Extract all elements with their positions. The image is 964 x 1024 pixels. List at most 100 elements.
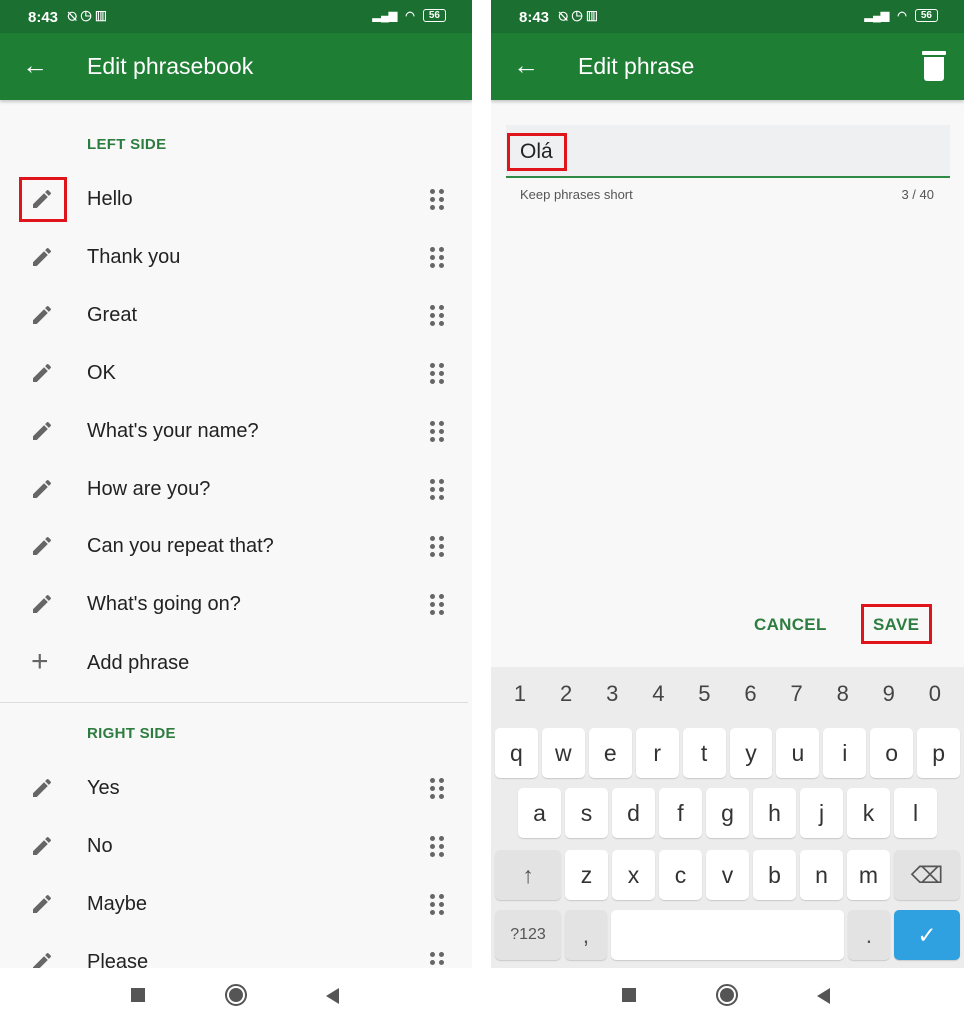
signal-icon: ▂▄▆ xyxy=(864,10,890,22)
backspace-key[interactable]: ⌫ xyxy=(894,850,960,900)
phrase-row[interactable]: Can you repeat that? xyxy=(0,517,472,575)
phrase-input[interactable]: Olá xyxy=(506,125,950,178)
drag-handle-icon[interactable] xyxy=(430,893,444,915)
pencil-icon[interactable] xyxy=(30,892,54,916)
key-f[interactable]: f xyxy=(659,788,702,838)
key-row: ↑ z x c v b n m ⌫ xyxy=(495,850,960,900)
phrase-row[interactable]: Great xyxy=(0,286,472,344)
pencil-icon[interactable] xyxy=(30,361,54,385)
phrase-row[interactable]: What's your name? xyxy=(0,402,472,460)
app-bar: ← Edit phrase xyxy=(491,33,964,100)
key-t[interactable]: t xyxy=(682,728,726,778)
key-d[interactable]: d xyxy=(612,788,655,838)
back-nav-icon[interactable] xyxy=(326,988,339,1004)
key-i[interactable]: i xyxy=(823,728,867,778)
comma-key[interactable]: , xyxy=(565,910,607,960)
wifi-icon: ◠ xyxy=(897,10,907,22)
number-hint: 8 xyxy=(836,681,849,706)
pencil-icon[interactable] xyxy=(30,303,54,327)
pencil-icon[interactable] xyxy=(30,834,54,858)
drag-handle-icon[interactable] xyxy=(430,478,444,500)
number-hint: 2 xyxy=(560,681,573,706)
home-icon[interactable] xyxy=(716,984,738,1006)
phrase-label: OK xyxy=(87,361,116,384)
divider xyxy=(0,702,468,703)
phrase-row[interactable]: Thank you xyxy=(0,228,472,286)
key-n[interactable]: n xyxy=(800,850,843,900)
key-v[interactable]: v xyxy=(706,850,749,900)
phrase-row[interactable]: Hello xyxy=(0,170,472,228)
phrase-label: Thank you xyxy=(87,245,181,268)
space-key[interactable] xyxy=(611,910,844,960)
key-z[interactable]: z xyxy=(565,850,608,900)
trash-icon[interactable] xyxy=(922,51,946,81)
drag-handle-icon[interactable] xyxy=(430,835,444,857)
pencil-icon[interactable] xyxy=(30,534,54,558)
cancel-button[interactable]: CANCEL xyxy=(754,615,827,635)
add-phrase-button[interactable]: + Add phrase xyxy=(0,634,472,692)
recents-icon[interactable] xyxy=(131,988,145,1002)
add-phrase-label: Add phrase xyxy=(87,652,190,674)
pencil-icon[interactable] xyxy=(30,419,54,443)
number-hint: 9 xyxy=(882,681,895,706)
key-s[interactable]: s xyxy=(565,788,608,838)
key-w[interactable]: w xyxy=(541,728,585,778)
key-e[interactable]: e xyxy=(588,728,632,778)
drag-handle-icon[interactable] xyxy=(430,594,444,616)
phrase-label: Yes xyxy=(87,777,120,799)
number-hint: 7 xyxy=(790,681,803,706)
back-arrow-icon[interactable]: ← xyxy=(22,51,48,79)
key-u[interactable]: u xyxy=(776,728,820,778)
phrase-row[interactable]: OK xyxy=(0,344,472,402)
key-r[interactable]: r xyxy=(635,728,679,778)
key-k[interactable]: k xyxy=(847,788,890,838)
key-j[interactable]: j xyxy=(800,788,843,838)
home-icon[interactable] xyxy=(225,984,247,1006)
key-p[interactable]: p xyxy=(917,728,961,778)
drag-handle-icon[interactable] xyxy=(430,536,444,558)
enter-check-key[interactable]: ✓ xyxy=(894,910,960,960)
back-arrow-icon[interactable]: ← xyxy=(513,51,539,79)
recents-icon[interactable] xyxy=(622,988,636,1002)
pencil-icon[interactable] xyxy=(30,245,54,269)
phrase-label: Great xyxy=(87,303,138,326)
drag-handle-icon[interactable] xyxy=(430,778,444,799)
pencil-icon[interactable] xyxy=(30,776,54,800)
key-g[interactable]: g xyxy=(706,788,749,838)
key-y[interactable]: y xyxy=(729,728,773,778)
back-nav-icon[interactable] xyxy=(817,988,830,1004)
phrase-row[interactable]: Yes xyxy=(0,759,472,817)
pencil-icon[interactable] xyxy=(30,477,54,501)
key-a[interactable]: a xyxy=(518,788,561,838)
notification-icons: ⍉◷▥ xyxy=(68,8,111,24)
key-q[interactable]: q xyxy=(495,728,538,778)
key-x[interactable]: x xyxy=(612,850,655,900)
symbols-key[interactable]: ?123 xyxy=(495,910,561,960)
drag-handle-icon[interactable] xyxy=(430,304,444,326)
phrase-row[interactable]: What's going on? xyxy=(0,575,472,633)
page-title: Edit phrasebook xyxy=(87,53,254,79)
key-l[interactable]: l xyxy=(894,788,937,838)
key-b[interactable]: b xyxy=(753,850,796,900)
key-h[interactable]: h xyxy=(753,788,796,838)
drag-handle-icon[interactable] xyxy=(430,189,444,210)
key-c[interactable]: c xyxy=(659,850,702,900)
pencil-icon[interactable] xyxy=(30,592,54,616)
phrase-row[interactable]: No xyxy=(0,817,472,875)
highlight-box xyxy=(19,177,67,222)
drag-handle-icon[interactable] xyxy=(430,420,444,442)
phrase-row[interactable]: Maybe xyxy=(0,875,472,933)
drag-handle-icon[interactable] xyxy=(430,246,444,268)
right-side-header: RIGHT SIDE xyxy=(87,725,176,742)
key-o[interactable]: o xyxy=(870,728,914,778)
app-bar: ← Edit phrasebook xyxy=(0,33,472,100)
key-m[interactable]: m xyxy=(847,850,890,900)
phrase-row[interactable]: How are you? xyxy=(0,460,472,518)
phrase-label: What's your name? xyxy=(87,419,259,442)
char-counter: 3 / 40 xyxy=(901,187,934,202)
period-key[interactable]: . xyxy=(848,910,890,960)
drag-handle-icon[interactable] xyxy=(430,362,444,384)
shift-key[interactable]: ↑ xyxy=(495,850,561,900)
phrase-label: What's going on? xyxy=(87,593,241,616)
phrase-label: Maybe xyxy=(87,892,148,915)
